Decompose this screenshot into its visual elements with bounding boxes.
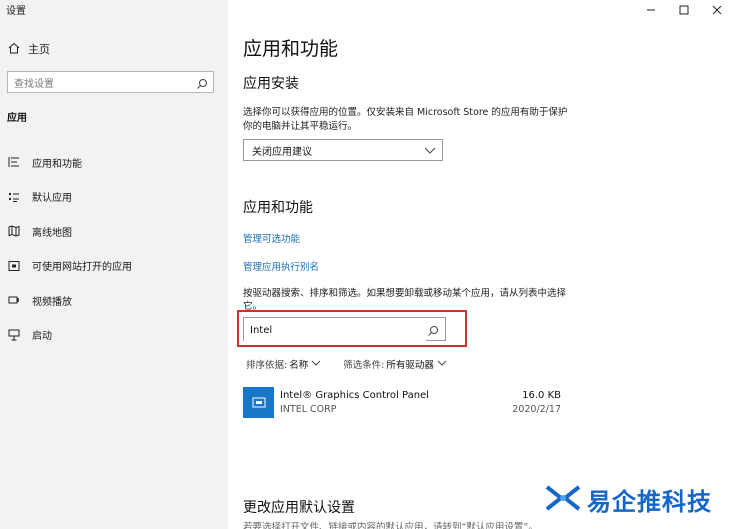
manage-app-alias-link[interactable]: 管理应用执行别名 xyxy=(243,259,319,273)
app-size: 16.0 KB xyxy=(522,390,561,401)
app-publisher: INTEL CORP xyxy=(280,404,337,415)
filter-value: 所有驱动器 xyxy=(386,360,434,371)
default-apps-icon xyxy=(8,190,24,204)
dropdown-value: 关闭应用建议 xyxy=(252,146,312,158)
maximize-button[interactable] xyxy=(667,0,700,18)
chevron-down-icon xyxy=(311,359,321,370)
home-nav-item[interactable]: 主页 xyxy=(8,41,50,57)
window-title: 设置 xyxy=(6,6,26,17)
sidebar-item-label: 视频播放 xyxy=(32,296,72,308)
sidebar-item-video-playback[interactable]: 视频播放 xyxy=(0,283,228,318)
home-icon xyxy=(8,42,20,57)
minimize-icon xyxy=(646,0,656,19)
install-description: 选择你可以获得应用的位置。仅安装来自 Microsoft Store 的应用有助… xyxy=(243,107,568,132)
settings-search-box[interactable] xyxy=(7,71,214,95)
watermark-logo-icon xyxy=(545,483,581,517)
watermark: 易企推科技 xyxy=(545,482,712,517)
app-install-dropdown[interactable]: 关闭应用建议 xyxy=(243,139,443,161)
map-icon xyxy=(8,224,24,238)
default-section-heading: 更改应用默认设置 xyxy=(243,500,355,516)
default-description: 若要选择打开文件、链接或内容的默认应用，请转到“默认应用设置”。 xyxy=(243,522,538,529)
filter-label: 筛选条件: xyxy=(343,360,385,371)
manage-optional-features-link[interactable]: 管理可选功能 xyxy=(243,231,300,245)
apps-search-description: 按驱动器搜索、排序和筛选。如果想要卸载或移动某个应用，请从列表中选择它。 xyxy=(243,288,567,311)
sort-filter-row: 排序依据: 名称 筛选条件: 所有驱动器 xyxy=(246,357,447,371)
maximize-icon xyxy=(679,0,689,19)
minimize-button[interactable] xyxy=(634,0,667,18)
video-icon xyxy=(8,293,24,307)
app-name: Intel® Graphics Control Panel xyxy=(280,390,429,401)
filter-dropdown[interactable]: 筛选条件: 所有驱动器 xyxy=(343,357,447,371)
settings-search-input[interactable] xyxy=(8,74,200,95)
sidebar-item-label: 启动 xyxy=(32,331,52,343)
search-icon[interactable] xyxy=(427,322,439,341)
chevron-down-icon xyxy=(424,145,436,158)
home-label: 主页 xyxy=(28,43,50,56)
close-icon xyxy=(712,0,722,19)
list-item[interactable]: Intel® Graphics Control Panel INTEL CORP… xyxy=(243,387,561,419)
sort-dropdown[interactable]: 排序依据: 名称 xyxy=(246,357,321,371)
close-button[interactable] xyxy=(700,0,733,18)
app-search-input[interactable] xyxy=(244,319,426,342)
sidebar-nav: 应用和功能 默认应用 离线地图 可使用网站打开的应用 视频播放 启动 xyxy=(0,145,228,352)
sidebar-section-title: 应用 xyxy=(7,113,27,124)
search-icon[interactable] xyxy=(196,75,208,94)
sidebar-item-label: 可使用网站打开的应用 xyxy=(32,262,132,274)
website-app-icon xyxy=(8,259,24,273)
sort-value: 名称 xyxy=(289,360,309,371)
install-section-heading: 应用安装 xyxy=(243,76,299,92)
sidebar-item-default-apps[interactable]: 默认应用 xyxy=(0,180,228,215)
sidebar-item-apps-features[interactable]: 应用和功能 xyxy=(0,145,228,180)
app-date: 2020/2/17 xyxy=(512,404,561,415)
sort-label: 排序依据: xyxy=(246,360,288,371)
watermark-text: 易企推科技 xyxy=(587,488,712,516)
sidebar-item-offline-maps[interactable]: 离线地图 xyxy=(0,214,228,249)
sidebar-item-label: 默认应用 xyxy=(32,193,72,205)
sidebar-item-startup[interactable]: 启动 xyxy=(0,318,228,353)
app-icon xyxy=(243,387,274,418)
sidebar: 设置 主页 应用 应用和功能 默认应用 离线地图 xyxy=(0,0,228,529)
window-controls xyxy=(634,0,733,18)
sidebar-item-label: 应用和功能 xyxy=(32,158,82,170)
page-title: 应用和功能 xyxy=(243,38,339,60)
apps-section-heading: 应用和功能 xyxy=(243,200,313,216)
list-icon xyxy=(8,155,24,169)
sidebar-item-label: 离线地图 xyxy=(32,227,72,239)
chevron-down-icon xyxy=(437,359,447,370)
app-search-box[interactable] xyxy=(243,317,446,342)
startup-icon xyxy=(8,328,24,342)
sidebar-item-apps-for-websites[interactable]: 可使用网站打开的应用 xyxy=(0,249,228,284)
